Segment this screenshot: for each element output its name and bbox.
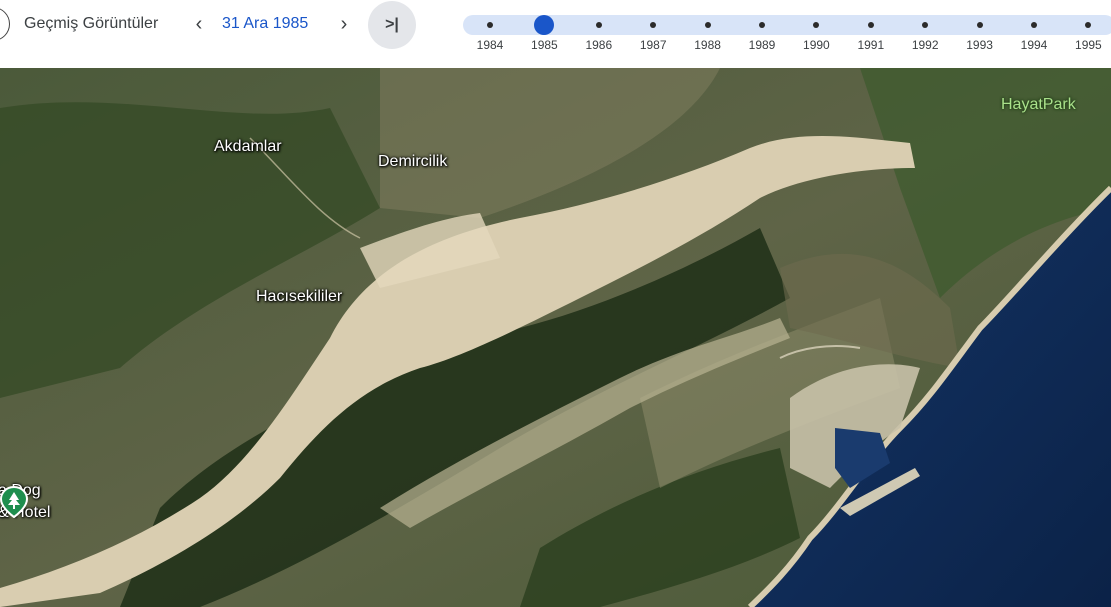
timeline-year-1993[interactable] [976,22,983,28]
timeline-year-1994[interactable] [1031,22,1037,28]
timeline-year-label[interactable]: 1990 [796,38,836,52]
timeline-year-label[interactable]: 1992 [905,38,945,52]
timeline-year-label[interactable]: 1987 [633,38,673,52]
timeline-year-label[interactable]: 1994 [1014,38,1054,52]
satellite-imagery [0,68,1111,607]
historical-imagery-title: Geçmiş Görüntüler [24,15,159,32]
timeline-year-1989[interactable] [759,22,765,28]
chevron-left-icon[interactable]: ‹ [188,13,210,35]
timeline-year-1986[interactable] [595,22,602,28]
close-circle-button[interactable] [0,7,10,41]
timeline-year-label[interactable]: 1991 [851,38,891,52]
selected-date[interactable]: 31 Ara 1985 [222,15,308,33]
jump-to-latest-button[interactable]: >| [368,1,416,49]
timeline-year-label[interactable]: 1988 [688,38,728,52]
timeline-year-label[interactable]: 1989 [742,38,782,52]
timeline-year-label[interactable]: 1985 [524,38,564,52]
imagery-toolbar: Geçmiş Görüntüler ‹ 31 Ara 1985 › >| 198… [0,0,1111,68]
timeline-year-1988[interactable] [704,22,711,28]
park-pin-icon[interactable] [0,486,28,518]
year-timeline-track[interactable] [463,15,1111,35]
chevron-right-icon[interactable]: › [333,13,355,35]
place-label-hayatpark[interactable]: HayatPark [1001,96,1076,114]
place-label-akdamlar[interactable]: Akdamlar [214,138,282,156]
timeline-year-label[interactable]: 1995 [1068,38,1108,52]
timeline-year-1984[interactable] [487,22,493,28]
satellite-map[interactable]: Akdamlar Demircilik Hacısekililer HayatP… [0,68,1111,607]
timeline-year-label[interactable]: 1993 [960,38,1000,52]
timeline-year-label[interactable]: 1984 [470,38,510,52]
place-label-demircilik[interactable]: Demircilik [378,153,447,171]
place-label-hacisekililer[interactable]: Hacısekililer [256,288,342,306]
timeline-year-label[interactable]: 1986 [579,38,619,52]
timeline-year-1991[interactable] [867,22,874,28]
